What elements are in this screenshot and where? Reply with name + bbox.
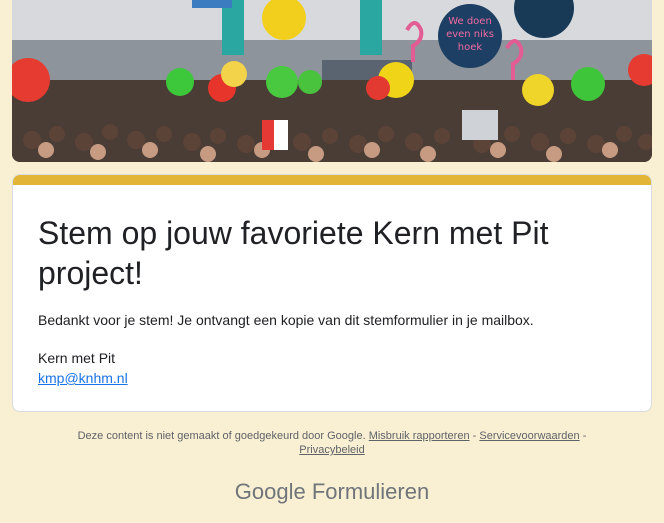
form-title: Stem op jouw favoriete Kern met Pit proj… <box>38 215 549 291</box>
privacy-link[interactable]: Privacybeleid <box>299 444 364 456</box>
disclaimer-text: Deze content is niet gemaakt of goedgeke… <box>77 430 366 442</box>
event-hall-photo: We doen even niks hoek <box>12 0 652 162</box>
svg-text:hoek: hoek <box>458 42 483 53</box>
organization-name: Kern met Pit <box>38 350 116 366</box>
svg-text:We doen: We doen <box>448 16 492 27</box>
confirmation-card: Stem op jouw favoriete Kern met Pit proj… <box>12 174 652 412</box>
brand-google-text: Google <box>234 479 306 504</box>
footer-separator: - <box>472 430 477 442</box>
google-forms-logo[interactable]: Google Formulieren <box>0 478 664 506</box>
terms-link[interactable]: Servicevoorwaarden <box>479 430 579 442</box>
contact-email-link[interactable]: kmp@knhm.nl <box>38 368 128 388</box>
footer-separator: - <box>582 430 587 442</box>
brand-product-text: Formulieren <box>311 479 430 504</box>
report-abuse-link[interactable]: Misbruik rapporteren <box>369 430 470 442</box>
card-accent-bar <box>13 175 651 185</box>
confirmation-message: Bedankt voor je stem! Je ontvangt een ko… <box>38 312 534 328</box>
svg-text:even niks: even niks <box>446 29 494 40</box>
footer-disclaimer: Deze content is niet gemaakt of goedgeke… <box>0 429 664 457</box>
header-image: We doen even niks hoek <box>12 0 652 162</box>
